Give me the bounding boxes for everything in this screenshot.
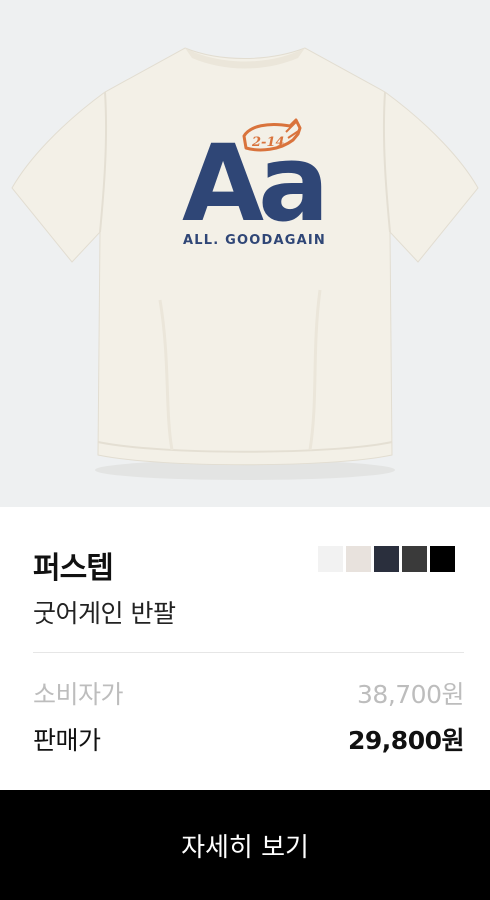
color-swatches (318, 546, 455, 572)
print-slogan: ALL. GOODAGAIN (183, 233, 326, 248)
sale-price-row: 판매가 29,800원 (33, 721, 464, 757)
color-swatch-navy[interactable] (374, 546, 399, 572)
print-badge-text: 2-14 (251, 135, 285, 150)
tshirt-illustration: Aa 2-14 ALL. GOODAGAIN (11, 47, 479, 480)
brand-name: 퍼스텝 (33, 551, 114, 586)
divider (33, 652, 464, 653)
sale-price: 29,800원 (348, 726, 464, 755)
view-details-button[interactable]: 자세히 보기 (0, 790, 490, 900)
color-swatch-ivory[interactable] (346, 546, 371, 572)
consumer-price-label: 소비자가 (33, 680, 124, 709)
color-swatch-black[interactable] (430, 546, 455, 572)
color-swatch-white[interactable] (318, 546, 343, 572)
product-name: 굿어게인 반팔 (33, 599, 176, 628)
product-info: 퍼스텝 굿어게인 반팔 소비자가 38,700원 판매가 29,800원 (0, 507, 490, 790)
consumer-price-row: 소비자가 38,700원 (33, 675, 464, 711)
color-swatch-charcoal[interactable] (402, 546, 427, 572)
sale-price-label: 판매가 (33, 726, 101, 755)
consumer-price: 38,700원 (357, 680, 464, 709)
product-card: Aa 2-14 ALL. GOODAGAIN 퍼스텝 굿어게인 반팔 소비자가 … (0, 0, 490, 900)
product-image[interactable]: Aa 2-14 ALL. GOODAGAIN (0, 0, 490, 507)
